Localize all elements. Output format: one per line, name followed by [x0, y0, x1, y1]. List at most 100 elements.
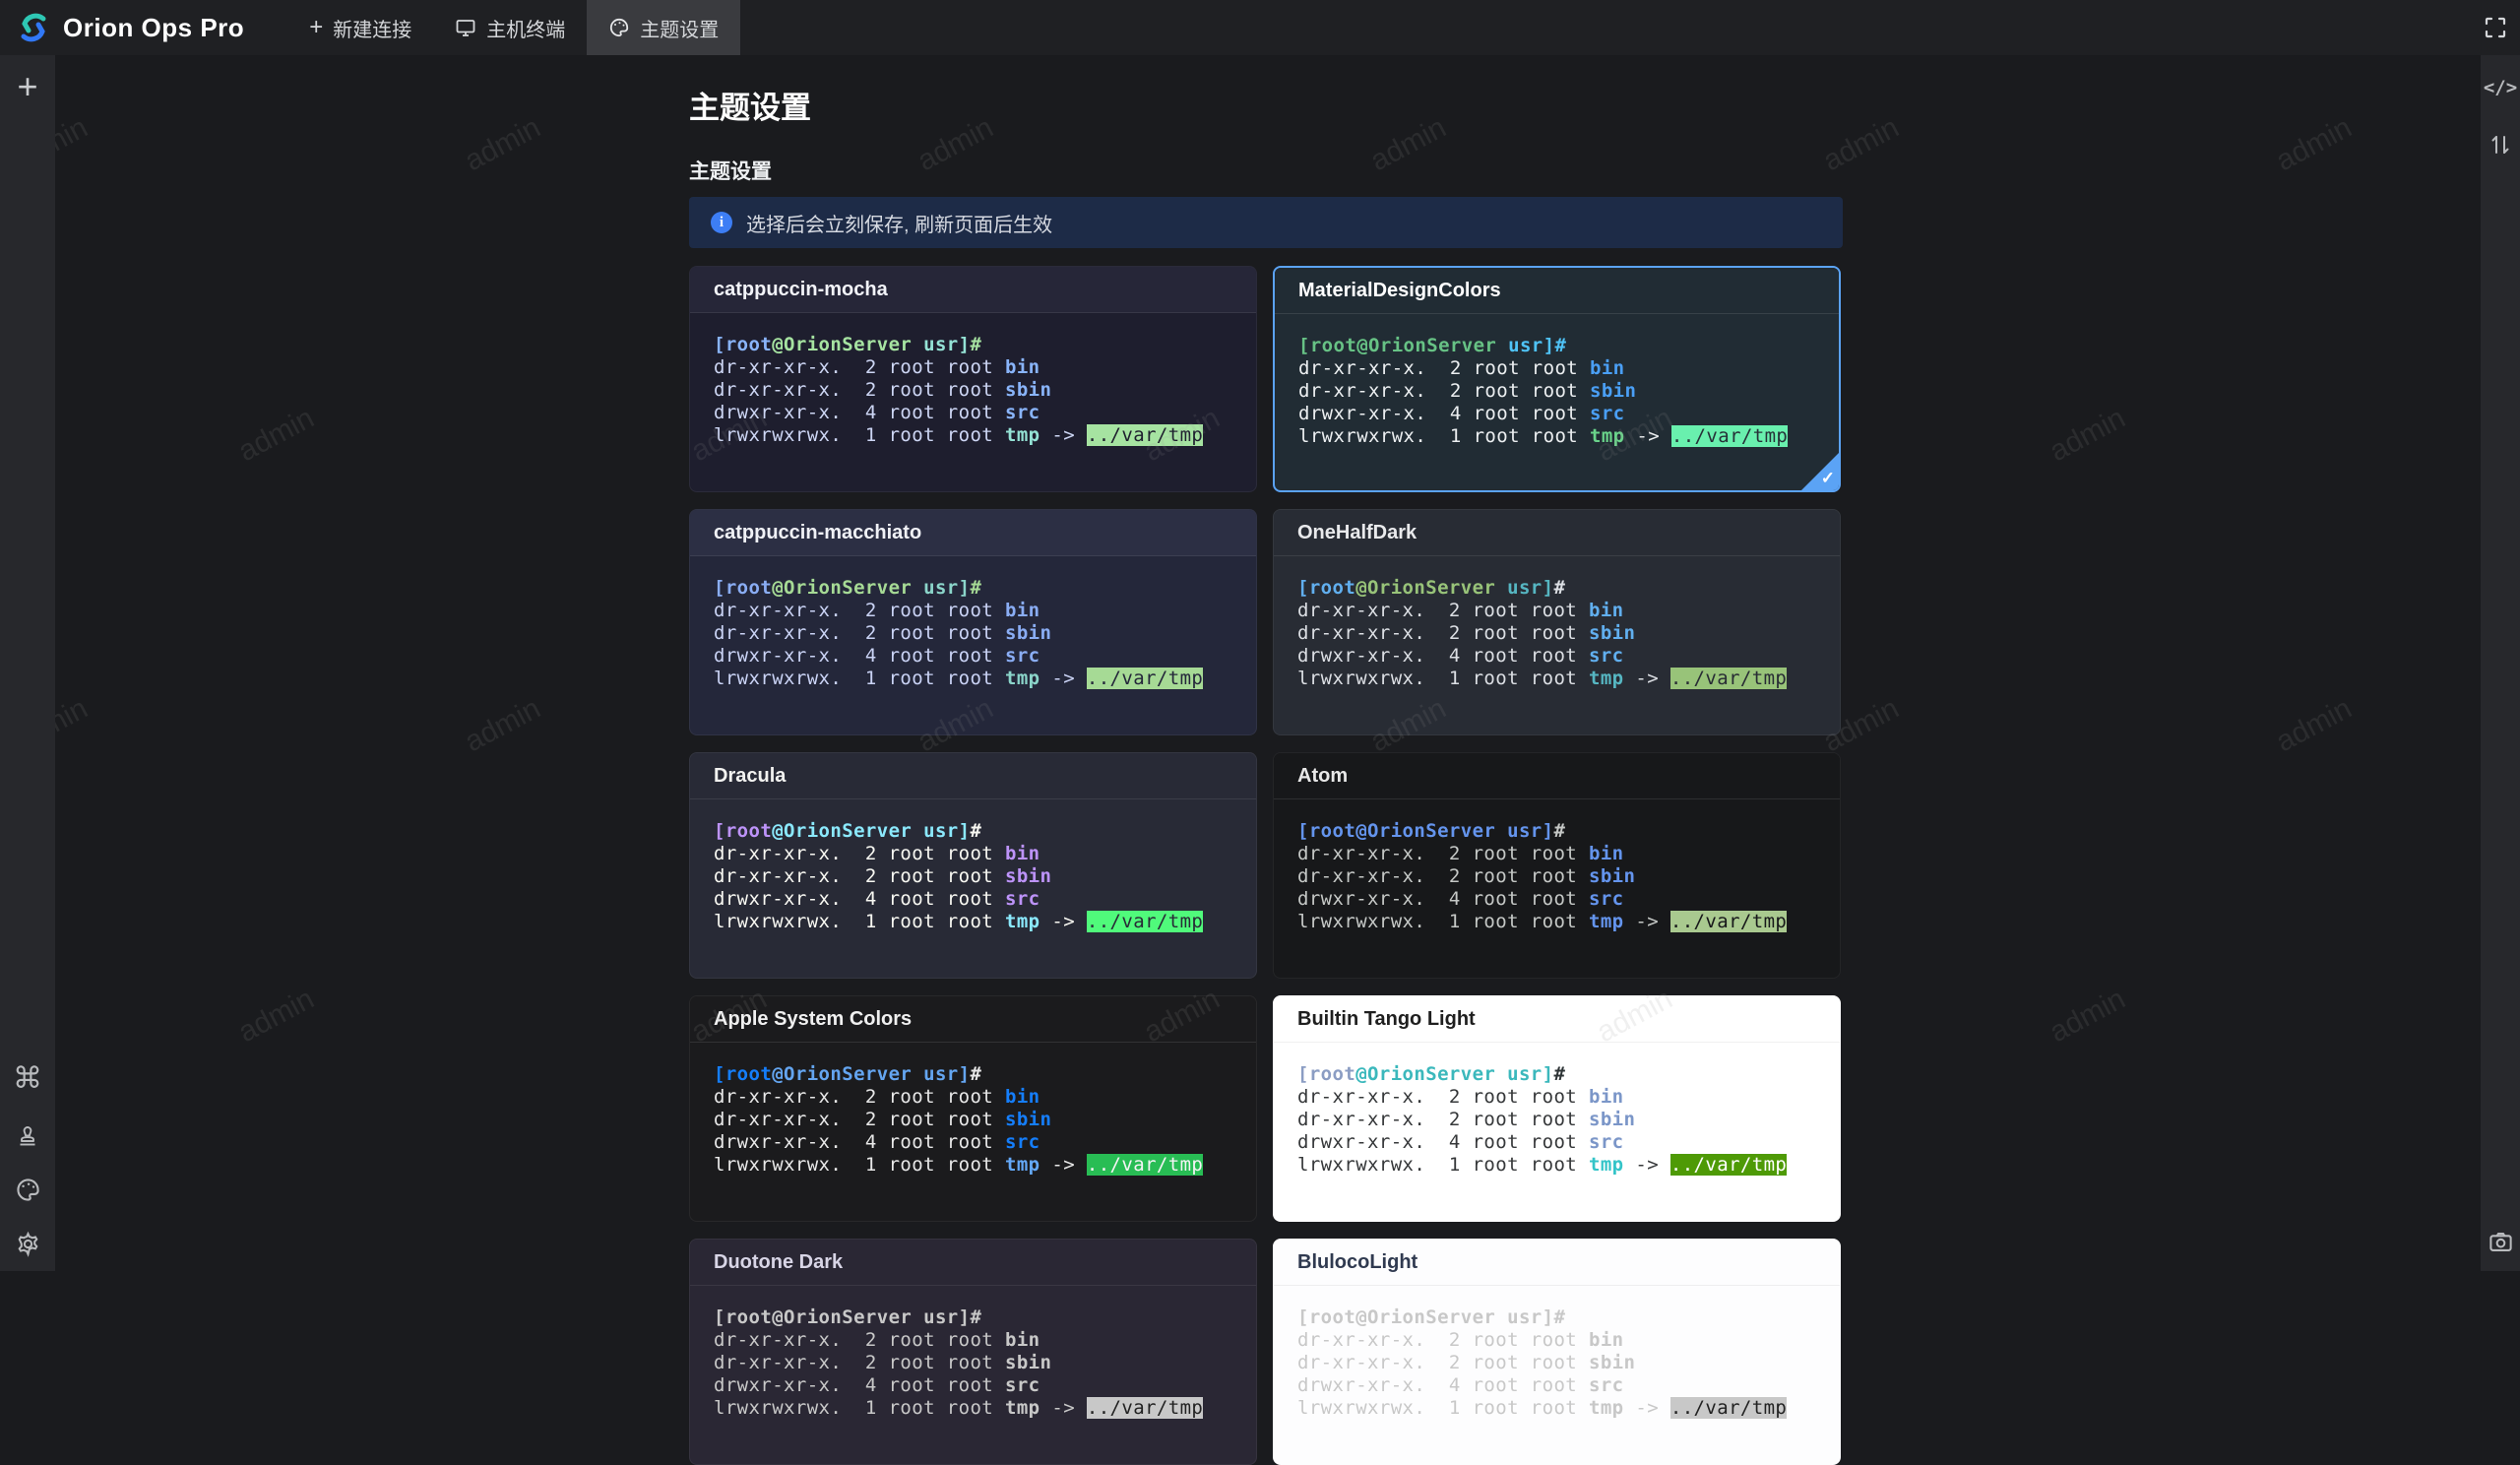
theme-card[interactable]: Duotone Dark [root@OrionServer usr]# dr-…	[689, 1239, 1257, 1465]
theme-card[interactable]: Builtin Tango Light [root@OrionServer us…	[1273, 995, 1841, 1222]
theme-card[interactable]: Atom [root@OrionServer usr]# dr-xr-xr-x.…	[1273, 752, 1841, 979]
terminal-prompt-line: [root@OrionServer usr]#	[1297, 577, 1816, 600]
terminal-prompt-line: [root@OrionServer usr]#	[714, 334, 1232, 356]
theme-card[interactable]: OneHalfDark [root@OrionServer usr]# dr-x…	[1273, 509, 1841, 735]
stamp-icon[interactable]	[15, 1123, 40, 1149]
watermark-text: admin	[2045, 402, 2131, 469]
theme-card[interactable]: Dracula [root@OrionServer usr]# dr-xr-xr…	[689, 752, 1257, 979]
terminal-lines: dr-xr-xr-x. 2 root root bindr-xr-xr-x. 2…	[714, 843, 1232, 933]
camera-icon[interactable]	[2488, 1229, 2514, 1255]
terminal-link-line: lrwxrwxrwx. 1 root root tmp -> ../var/tm…	[714, 424, 1232, 447]
terminal-prompt-line: [root@OrionServer usr]#	[1297, 1063, 1816, 1086]
symlink-target: ../var/tmp	[1670, 911, 1787, 932]
theme-card[interactable]: MaterialDesignColors [root@OrionServer u…	[1273, 266, 1841, 492]
prompt-user: [root	[714, 820, 772, 842]
theme-card-title: BlulocoLight	[1297, 1251, 1418, 1273]
prompt-path: usr]	[1495, 1306, 1553, 1328]
terminal-line: dr-xr-xr-x. 2 root root bin	[1297, 600, 1816, 622]
watermark-text: admin	[1365, 111, 1452, 178]
theme-card[interactable]: BlulocoLight [root@OrionServer usr]# dr-…	[1273, 1239, 1841, 1465]
theme-card-title: Atom	[1297, 765, 1348, 787]
terminal-line: dr-xr-xr-x. 2 root root sbin	[1297, 865, 1816, 888]
symlink-target: ../var/tmp	[1670, 1154, 1787, 1176]
prompt-host: @OrionServer	[772, 1063, 912, 1085]
terminal-preview: [root@OrionServer usr]# dr-xr-xr-x. 2 ro…	[1274, 556, 1840, 690]
terminal-line: drwxr-xr-x. 4 root root src	[714, 402, 1232, 424]
prompt-hash: #	[970, 577, 981, 599]
terminal-link-line: lrwxrwxrwx. 1 root root tmp -> ../var/tm…	[1297, 911, 1816, 933]
prompt-host: @OrionServer	[1355, 820, 1495, 842]
terminal-link-line: lrwxrwxrwx. 1 root root tmp -> ../var/tm…	[714, 668, 1232, 690]
tab-theme-settings[interactable]: 主题设置	[587, 0, 740, 55]
prompt-path: usr]	[1495, 820, 1553, 842]
terminal-prompt-line: [root@OrionServer usr]#	[714, 577, 1232, 600]
terminal-line: dr-xr-xr-x. 2 root root bin	[714, 356, 1232, 379]
tab-host-terminal[interactable]: 主机终端	[433, 0, 587, 55]
watermark-text: admin	[2271, 111, 2358, 178]
palette-icon[interactable]	[15, 1177, 41, 1203]
code-icon[interactable]: </>	[2484, 77, 2517, 98]
terminal-preview: [root@OrionServer usr]# dr-xr-xr-x. 2 ro…	[690, 799, 1256, 933]
terminal-lines: dr-xr-xr-x. 2 root root bindr-xr-xr-x. 2…	[1297, 600, 1816, 690]
sort-vertical-icon[interactable]	[2488, 132, 2512, 158]
prompt-host: @OrionServer	[1355, 577, 1495, 599]
terminal-line: drwxr-xr-x. 4 root root src	[714, 1131, 1232, 1154]
terminal-link-line: lrwxrwxrwx. 1 root root tmp -> ../var/tm…	[1297, 1154, 1816, 1177]
terminal-lines: dr-xr-xr-x. 2 root root bindr-xr-xr-x. 2…	[1297, 843, 1816, 933]
terminal-preview: [root@OrionServer usr]# dr-xr-xr-x. 2 ro…	[690, 313, 1256, 447]
plus-icon[interactable]: +	[17, 69, 37, 104]
tab-new-connection[interactable]: + 新建连接	[287, 0, 433, 55]
terminal-preview: [root@OrionServer usr]# dr-xr-xr-x. 2 ro…	[690, 1043, 1256, 1177]
left-sidebar: + ⌘	[0, 55, 55, 1271]
terminal-line: dr-xr-xr-x. 2 root root bin	[1297, 1086, 1816, 1109]
section-title: 主题设置	[689, 156, 772, 185]
terminal-preview: [root@OrionServer usr]# dr-xr-xr-x. 2 ro…	[1274, 1043, 1840, 1177]
palette-icon	[608, 17, 630, 38]
theme-card-header: OneHalfDark	[1274, 510, 1840, 556]
terminal-line: drwxr-xr-x. 4 root root src	[1298, 403, 1815, 425]
terminal-line: dr-xr-xr-x. 2 root root sbin	[1298, 380, 1815, 403]
terminal-link-line: lrwxrwxrwx. 1 root root tmp -> ../var/tm…	[714, 911, 1232, 933]
theme-card[interactable]: catppuccin-macchiato [root@OrionServer u…	[689, 509, 1257, 735]
theme-card-title: Duotone Dark	[714, 1251, 843, 1273]
theme-card-title: Dracula	[714, 765, 786, 787]
terminal-preview: [root@OrionServer usr]# dr-xr-xr-x. 2 ro…	[1275, 314, 1839, 448]
prompt-path: usr]	[1495, 1063, 1553, 1085]
terminal-lines: dr-xr-xr-x. 2 root root bindr-xr-xr-x. 2…	[1297, 1086, 1816, 1177]
info-icon: i	[711, 212, 732, 233]
tab-label: 新建连接	[333, 14, 411, 42]
terminal-line: drwxr-xr-x. 4 root root src	[1297, 1374, 1816, 1397]
prompt-host: @OrionServer	[772, 577, 912, 599]
topbar-tabs: + 新建连接 主机终端 主题设置	[287, 0, 740, 55]
prompt-path: usr]	[912, 820, 970, 842]
prompt-user: [root	[1297, 577, 1355, 599]
terminal-line: dr-xr-xr-x. 2 root root bin	[714, 1086, 1232, 1109]
prompt-path: usr]	[912, 577, 970, 599]
orion-logo-icon	[16, 10, 51, 45]
theme-card-title: OneHalfDark	[1297, 522, 1417, 543]
prompt-hash: #	[1553, 577, 1565, 599]
prompt-user: [root	[1297, 1063, 1355, 1085]
plus-icon: +	[309, 14, 323, 41]
symlink-target: ../var/tmp	[1087, 668, 1203, 689]
fullscreen-icon[interactable]	[2483, 15, 2508, 40]
terminal-link-line: lrwxrwxrwx. 1 root root tmp -> ../var/tm…	[1298, 425, 1815, 448]
terminal-line: dr-xr-xr-x. 2 root root sbin	[714, 622, 1232, 645]
terminal-line: dr-xr-xr-x. 2 root root sbin	[714, 865, 1232, 888]
app-brand: Orion Ops Pro	[0, 10, 262, 45]
theme-card-header: Atom	[1274, 753, 1840, 799]
notice-banner: i 选择后会立刻保存, 刷新页面后生效	[689, 197, 1843, 248]
theme-card[interactable]: Apple System Colors [root@OrionServer us…	[689, 995, 1257, 1222]
terminal-prompt-line: [root@OrionServer usr]#	[714, 820, 1232, 843]
prompt-hash: #	[970, 1306, 981, 1328]
terminal-link-line: lrwxrwxrwx. 1 root root tmp -> ../var/tm…	[714, 1154, 1232, 1177]
symlink-target: ../var/tmp	[1087, 424, 1203, 446]
prompt-user: [root	[1297, 820, 1355, 842]
gear-icon[interactable]	[15, 1231, 41, 1257]
command-icon[interactable]: ⌘	[13, 1061, 42, 1096]
theme-card-header: Builtin Tango Light	[1274, 996, 1840, 1043]
symlink-target: ../var/tmp	[1087, 911, 1203, 932]
prompt-path: usr]	[1496, 335, 1554, 356]
watermark-text: admin	[2045, 983, 2131, 1050]
theme-card[interactable]: catppuccin-mocha [root@OrionServer usr]#…	[689, 266, 1257, 492]
